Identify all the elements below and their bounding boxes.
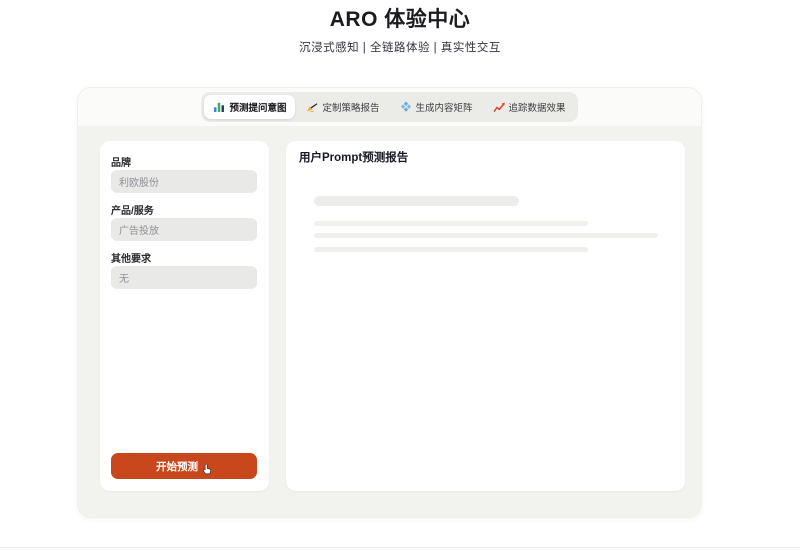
tab-label: 追踪数据效果 bbox=[509, 100, 566, 114]
other-requirements-label: 其他要求 bbox=[111, 250, 151, 265]
tab-generate-content-matrix[interactable]: 生成内容矩阵 bbox=[391, 95, 482, 119]
start-prediction-label: 开始预测 bbox=[156, 459, 198, 474]
other-requirements-input[interactable] bbox=[111, 266, 257, 289]
chart-increasing-icon bbox=[493, 101, 505, 113]
brand-label: 品牌 bbox=[111, 154, 131, 169]
skeleton-text-line bbox=[314, 221, 588, 226]
start-prediction-button[interactable]: 开始预测 bbox=[111, 453, 257, 479]
tab-custom-strategy-report[interactable]: 定制策略报告 bbox=[297, 95, 388, 119]
page: ARO 体验中心 沉浸式感知 | 全链路体验 | 真实性交互 预测提问意图 bbox=[0, 0, 800, 551]
bottom-divider bbox=[0, 547, 800, 548]
page-subtitle: 沉浸式感知 | 全链路体验 | 真实性交互 bbox=[0, 39, 800, 55]
tab-label: 定制策略报告 bbox=[322, 100, 379, 114]
card-body: 品牌 产品/服务 其他要求 开始预测 用户Prompt预测报告 bbox=[78, 126, 701, 517]
form-panel: 品牌 产品/服务 其他要求 开始预测 bbox=[100, 141, 269, 491]
product-service-label: 产品/服务 bbox=[111, 202, 154, 217]
skeleton-heading-bar bbox=[314, 196, 519, 206]
tab-track-data-results[interactable]: 追踪数据效果 bbox=[484, 95, 575, 119]
tab-bar: 预测提问意图 定制策略报告 bbox=[78, 88, 701, 126]
skeleton-text-line bbox=[314, 233, 658, 238]
blue-diamond-icon bbox=[400, 101, 412, 113]
tab-label: 生成内容矩阵 bbox=[416, 100, 473, 114]
product-service-input[interactable] bbox=[111, 218, 257, 241]
pen-writing-icon bbox=[306, 101, 318, 113]
bar-chart-icon bbox=[213, 101, 225, 113]
hand-cursor-icon bbox=[202, 463, 213, 478]
report-panel: 用户Prompt预测报告 bbox=[286, 141, 685, 491]
report-title: 用户Prompt预测报告 bbox=[299, 149, 408, 165]
brand-input[interactable] bbox=[111, 170, 257, 193]
skeleton-text-line bbox=[314, 247, 588, 252]
page-title: ARO 体验中心 bbox=[0, 3, 800, 33]
tab-predict-intent[interactable]: 预测提问意图 bbox=[204, 95, 295, 119]
tab-pill: 预测提问意图 定制策略报告 bbox=[201, 92, 577, 122]
experience-card: 预测提问意图 定制策略报告 bbox=[77, 87, 702, 518]
tab-label: 预测提问意图 bbox=[229, 100, 286, 114]
